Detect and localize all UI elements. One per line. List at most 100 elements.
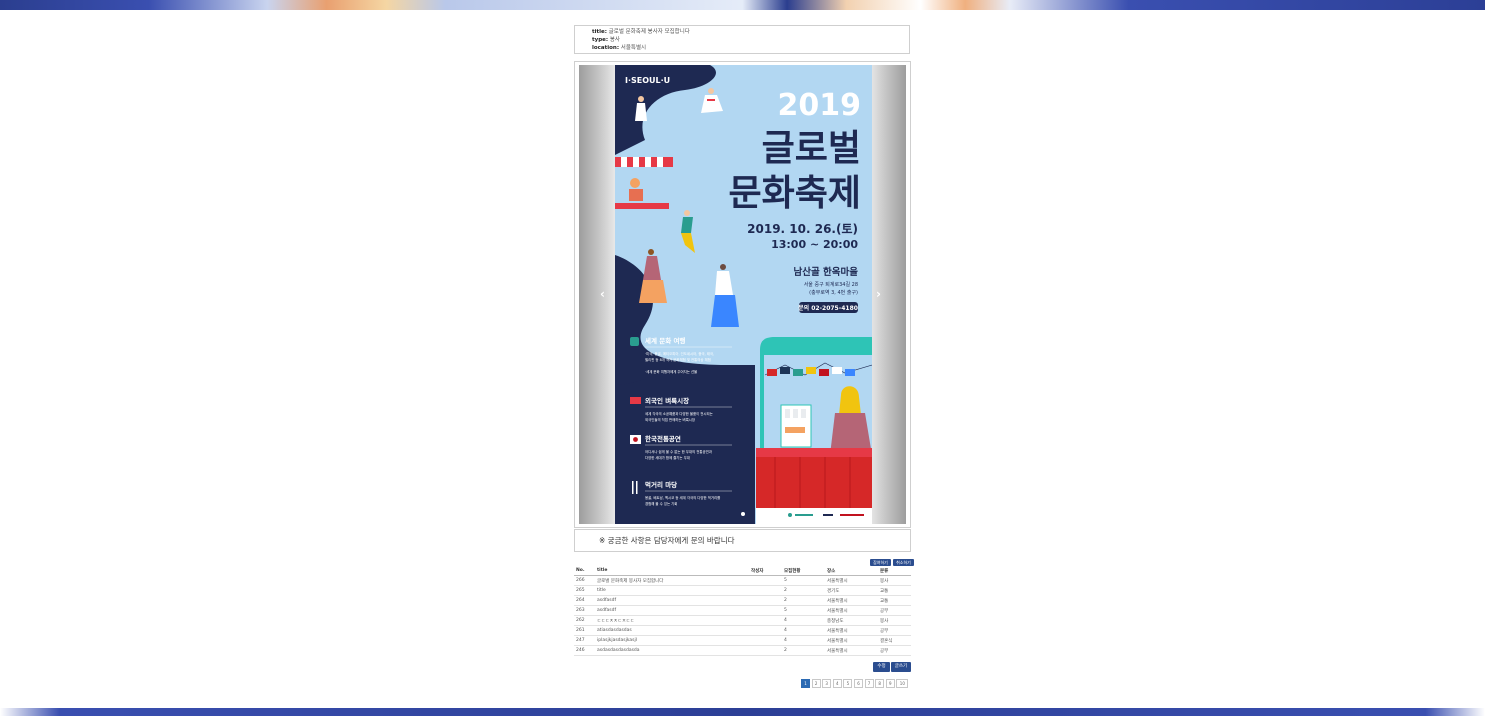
poster-time: 13:00 ~ 20:00: [771, 238, 858, 251]
col-category: 분류: [878, 566, 911, 576]
title-value: 글로벌 문화축제 봉사자 모집합니다: [608, 29, 690, 35]
image-carousel: I·SEOUL·U 2019 글로벌 문화축제 2019. 10. 26.(토)…: [574, 61, 911, 528]
cell-writer: [749, 585, 782, 596]
cell-status: 2: [782, 645, 825, 656]
carousel-prev-arrow[interactable]: ‹: [600, 288, 605, 300]
table-row[interactable]: 266 글로벌 문화축제 봉사자 모집합니다 5 서울특별시 봉사: [574, 575, 911, 586]
cell-category: 봉사: [878, 575, 911, 586]
title-label: title:: [592, 29, 607, 35]
table-row[interactable]: 263 asdfasdf 5 서울특별시 공부: [574, 605, 911, 616]
table-row[interactable]: 265 title 2 경기도 교통: [574, 585, 911, 596]
footer-banner: [0, 708, 1485, 716]
edit-button[interactable]: 수정: [873, 662, 890, 672]
cell-status: 4: [782, 615, 825, 626]
page-7[interactable]: 7: [864, 679, 874, 688]
cell-location: 경기도: [825, 585, 878, 596]
poster-address-2: (충무로역 3, 4번 출구): [809, 289, 858, 296]
cell-title[interactable]: asdasdasdasdasda: [595, 645, 749, 656]
page-9[interactable]: 9: [885, 679, 895, 688]
cell-title[interactable]: iplasjkjasdasjkasjl: [595, 635, 749, 646]
cell-category: 교통: [878, 585, 911, 596]
poster-year: 2019: [778, 88, 862, 123]
page-5[interactable]: 5: [843, 679, 853, 688]
notice-label: ※ 궁금한 사항은 담당자에게 문의 바랍니다: [599, 536, 735, 545]
cell-writer: [749, 605, 782, 616]
apply-button[interactable]: 참여하기: [870, 559, 891, 566]
type-label: type:: [592, 37, 609, 44]
cell-category: 봉사: [878, 615, 911, 626]
table-row[interactable]: 261 atiasdasdasdas 4 서울특별시 공부: [574, 625, 911, 636]
info-title-row: title: 글로벌 문화축제 봉사자 모집합니다: [592, 28, 909, 36]
table-row[interactable]: 246 asdasdasdasdasda 2 서울특별시 공부: [574, 645, 911, 656]
hero-banner: [0, 0, 1485, 10]
cell-writer: [749, 635, 782, 646]
cell-writer: [749, 625, 782, 636]
cell-title[interactable]: atiasdasdasdas: [595, 625, 749, 636]
col-no: No.: [574, 566, 595, 576]
page-10[interactable]: 10: [896, 679, 909, 688]
section3-title: 한국전통공연: [645, 434, 681, 443]
poster-address-1: 서울 중구 퇴계로34길 28: [804, 281, 858, 288]
section1-title: 세계 문화 여행: [645, 336, 685, 345]
write-button[interactable]: 글쓰기: [891, 662, 911, 672]
table-row[interactable]: 264 asdfasdf 2 서울특별시 교통: [574, 595, 911, 606]
page-4[interactable]: 4: [832, 679, 842, 688]
table-row[interactable]: 247 iplasjkjasdasjkasjl 4 서울특별시 결혼식: [574, 635, 911, 646]
col-status: 모집현황: [782, 566, 825, 576]
cell-no: 261: [574, 625, 595, 636]
cell-no: 246: [574, 645, 595, 656]
poster-title-line1: 글로벌: [762, 128, 861, 169]
section1-line2: 필리핀 등 8개 국가 문화체험 및 전통의상 체험: [645, 357, 711, 362]
cell-no: 263: [574, 605, 595, 616]
cancel-apply-button[interactable]: 취소하기: [893, 559, 914, 566]
cell-location: 충청남도: [825, 615, 878, 626]
page-8[interactable]: 8: [875, 679, 885, 688]
table-header: No. title 작성자 모집현황 장소 분류: [574, 566, 911, 576]
cell-category: 공부: [878, 605, 911, 616]
info-location-row: location: 서울특별시: [592, 44, 909, 52]
section2-line1: 세계 각국의 소공예품과 다양한 물품이 전시되는: [645, 411, 713, 416]
notice-text: ※ 궁금한 사항은 담당자에게 문의 바랍니다: [574, 529, 911, 552]
cell-writer: [749, 575, 782, 586]
post-info: title: 글로벌 문화축제 봉사자 모집합니다 type: 봉사 locat…: [574, 25, 910, 54]
cell-status: 5: [782, 605, 825, 616]
page-2[interactable]: 2: [811, 679, 821, 688]
section2-line2: 외국인들의 직접 판매하는 벼룩시장: [645, 417, 695, 422]
cell-writer: [749, 615, 782, 626]
section3-line2: 다양한 세대가 함께 즐기는 무대: [645, 455, 690, 460]
poster-artwork: I·SEOUL·U 2019 글로벌 문화축제 2019. 10. 26.(토)…: [615, 65, 872, 524]
festival-poster: I·SEOUL·U 2019 글로벌 문화축제 2019. 10. 26.(토)…: [615, 65, 872, 524]
location-value: 서울특별시: [620, 45, 647, 52]
cell-category: 교통: [878, 595, 911, 606]
cell-title[interactable]: asdfasdf: [595, 605, 749, 616]
page-6[interactable]: 6: [853, 679, 863, 688]
carousel-indicator-dot[interactable]: [741, 512, 745, 516]
poster-contact: 문의 02-2075-4180: [798, 304, 858, 312]
page-1[interactable]: 1: [801, 679, 810, 688]
info-type-row: type: 봉사: [592, 36, 909, 44]
carousel-next-arrow[interactable]: ›: [876, 288, 881, 300]
col-location: 장소: [825, 566, 878, 576]
cell-title[interactable]: 글로벌 문화축제 봉사자 모집합니다: [595, 575, 749, 586]
cell-title[interactable]: asdfasdf: [595, 595, 749, 606]
cell-writer: [749, 645, 782, 656]
cell-no: 264: [574, 595, 595, 606]
cell-title[interactable]: ㄷㄷㄷㅈㅈㄷㅈㄷㄷ: [595, 615, 749, 626]
poster-date: 2019. 10. 26.(토): [747, 222, 858, 236]
page-3[interactable]: 3: [822, 679, 832, 688]
section3-line1: 어디서나 쉽게 볼 수 없는 한 무대의 전통공연과: [645, 449, 712, 454]
cell-no: 247: [574, 635, 595, 646]
poster-venue: 남산골 한옥마을: [794, 266, 859, 278]
section1-line1: ·미국, 몽골, 에티오피아, 인도네시아, 중국, 태국,: [645, 351, 714, 356]
cell-location: 서울특별시: [825, 625, 878, 636]
table-row[interactable]: 262 ㄷㄷㄷㅈㅈㄷㅈㄷㄷ 4 충청남도 봉사: [574, 615, 911, 626]
cell-no: 265: [574, 585, 595, 596]
cell-location: 서울특별시: [825, 595, 878, 606]
poster-brand: I·SEOUL·U: [625, 76, 670, 85]
cell-title[interactable]: title: [595, 585, 749, 596]
cell-status: 4: [782, 625, 825, 636]
poster-title-line2: 문화축제: [729, 173, 861, 214]
type-value: 봉사: [609, 37, 620, 44]
cell-location: 서울특별시: [825, 575, 878, 586]
cell-location: 서울특별시: [825, 605, 878, 616]
